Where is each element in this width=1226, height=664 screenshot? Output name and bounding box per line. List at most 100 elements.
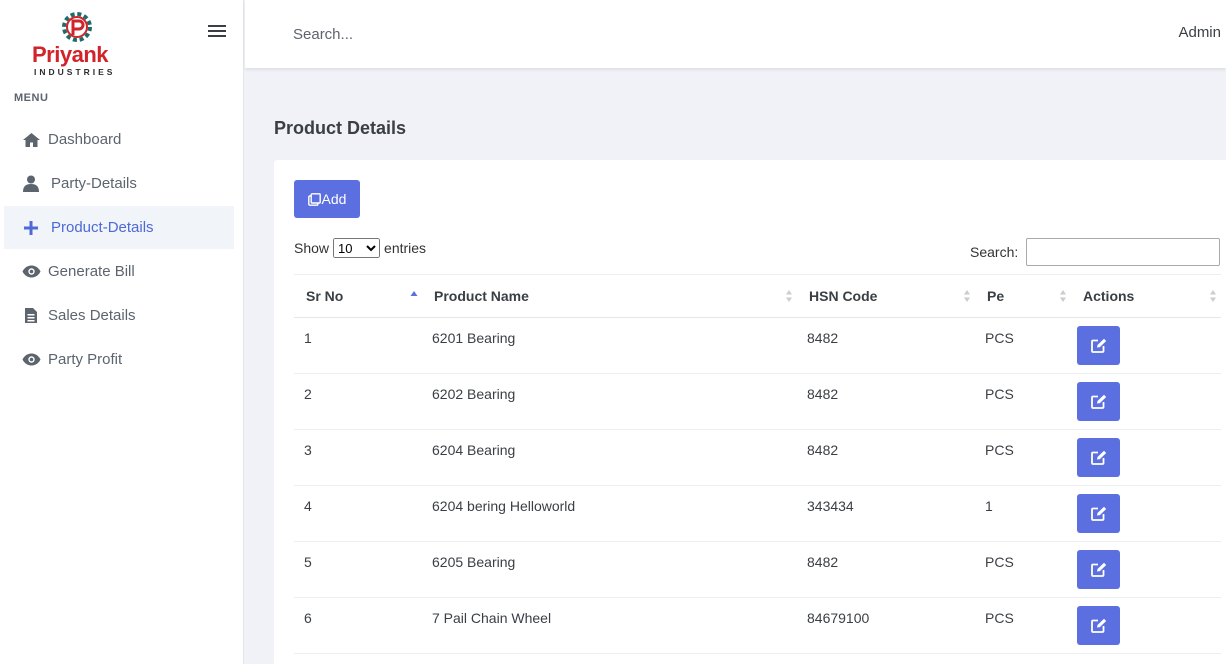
table-row: 4 6204 bering Helloworld 343434 1 — [294, 485, 1221, 542]
cell-sr-no: 2 — [294, 373, 422, 430]
cell-actions — [1071, 317, 1221, 374]
home-icon — [21, 131, 41, 149]
cell-product-name: 6202 Bearing — [422, 373, 797, 430]
sort-asc-icon — [410, 291, 418, 296]
global-search-input[interactable] — [293, 22, 593, 46]
column-header-pe[interactable]: Pe — [975, 274, 1071, 318]
sidebar-item-label: Sales Details — [48, 307, 136, 324]
menu-title: MENU — [14, 92, 49, 104]
page-size-select[interactable]: 10 — [333, 238, 381, 258]
cell-actions — [1071, 541, 1221, 598]
cell-sr-no: 4 — [294, 485, 422, 542]
edit-icon — [1090, 394, 1106, 409]
cell-hsn-code: 8482 — [797, 317, 975, 374]
sidebar-item-label: Party-Details — [51, 175, 137, 192]
file-icon — [21, 307, 41, 325]
column-header-hsn-code[interactable]: HSN Code — [797, 274, 975, 318]
edit-button[interactable] — [1077, 550, 1120, 589]
column-header-sr-no[interactable]: Sr No — [294, 274, 422, 318]
eye-icon — [21, 263, 41, 281]
sidebar-item-party-details[interactable]: Party-Details — [4, 162, 234, 205]
edit-button[interactable] — [1077, 382, 1120, 421]
menu-toggle-icon[interactable] — [208, 22, 226, 42]
cell-pe: PCS — [975, 317, 1071, 374]
sidebar-item-sales-details[interactable]: Sales Details — [4, 294, 234, 337]
sidebar-item-party-profit[interactable]: Party Profit — [4, 338, 234, 381]
brand-tagline: INDUSTRIES — [34, 67, 116, 77]
table-search-input[interactable] — [1026, 238, 1221, 266]
edit-icon — [1090, 450, 1106, 465]
page-size-control: Show 10 entries — [294, 238, 426, 258]
cell-product-name: 6205 Bearing — [422, 541, 797, 598]
sidebar-item-label: Generate Bill — [48, 263, 135, 280]
sidebar-item-product-details[interactable]: Product-Details — [4, 206, 234, 249]
cell-product-name: 7 Pail Chain Wheel — [422, 597, 797, 654]
cell-hsn-code: 8482 — [797, 373, 975, 430]
copy-icon — [307, 192, 321, 206]
sidebar-item-label: Party Profit — [48, 351, 123, 368]
column-header-label: Pe — [987, 288, 1005, 304]
edit-icon — [1090, 506, 1106, 521]
edit-button[interactable] — [1077, 606, 1120, 645]
topbar: Admin — [245, 0, 1226, 68]
cell-sr-no: 1 — [294, 317, 422, 374]
entries-label: entries — [384, 240, 427, 256]
edit-button[interactable] — [1077, 438, 1120, 477]
table-row: 2 6202 Bearing 8482 PCS — [294, 373, 1221, 430]
table-header-row: Sr No Product Name HSN Code Pe Actions — [294, 274, 1221, 318]
brand-name: Priyank — [32, 42, 109, 67]
table-search: Search: — [970, 238, 1221, 266]
show-label: Show — [294, 240, 330, 256]
sort-icon — [1210, 290, 1216, 302]
user-menu[interactable]: Admin — [1178, 24, 1221, 41]
search-label: Search: — [970, 244, 1019, 260]
column-header-actions[interactable]: Actions — [1071, 274, 1221, 318]
sidebar-nav: Dashboard Party-Details Product-Details … — [4, 118, 234, 382]
cell-actions — [1071, 429, 1221, 486]
sidebar-item-dashboard[interactable]: Dashboard — [4, 118, 234, 161]
sidebar-item-label: Product-Details — [51, 219, 154, 236]
company-logo[interactable]: Priyank INDUSTRIES — [30, 10, 126, 80]
add-button-label: Add — [321, 191, 347, 207]
cell-pe: PCS — [975, 597, 1071, 654]
column-header-label: Product Name — [434, 288, 529, 304]
cell-sr-no: 5 — [294, 541, 422, 598]
cell-hsn-code: 8482 — [797, 429, 975, 486]
cell-hsn-code: 8482 — [797, 541, 975, 598]
sidebar-item-generate-bill[interactable]: Generate Bill — [4, 250, 234, 293]
column-header-label: Actions — [1083, 288, 1135, 304]
sidebar: Priyank INDUSTRIES MENU Dashboard Party-… — [0, 0, 244, 664]
cell-pe: PCS — [975, 429, 1071, 486]
column-header-label: Sr No — [306, 288, 344, 304]
cell-hsn-code: 343434 — [797, 485, 975, 542]
products-table: Sr No Product Name HSN Code Pe Actions 1… — [294, 274, 1221, 654]
plus-icon — [21, 219, 41, 237]
cell-pe: PCS — [975, 541, 1071, 598]
cell-product-name: 6204 bering Helloworld — [422, 485, 797, 542]
table-row: 1 6201 Bearing 8482 PCS — [294, 317, 1221, 374]
edit-icon — [1090, 618, 1106, 633]
sort-icon — [964, 290, 970, 302]
edit-button[interactable] — [1077, 326, 1120, 365]
column-header-product-name[interactable]: Product Name — [422, 274, 797, 318]
cell-actions — [1071, 485, 1221, 542]
add-product-button[interactable]: Add — [294, 180, 360, 218]
cell-sr-no: 6 — [294, 597, 422, 654]
cell-actions — [1071, 597, 1221, 654]
sort-icon — [1060, 290, 1066, 302]
column-header-label: HSN Code — [809, 288, 878, 304]
product-card: Add Show 10 entries Search: Sr No Produc… — [274, 160, 1226, 664]
table-row: 5 6205 Bearing 8482 PCS — [294, 541, 1221, 598]
cell-actions — [1071, 373, 1221, 430]
cell-sr-no: 3 — [294, 429, 422, 486]
eye-icon — [21, 351, 41, 369]
cell-pe: PCS — [975, 373, 1071, 430]
table-row: 67 Pail Chain Wheel 84679100 PCS — [294, 597, 1221, 654]
page-title: Product Details — [274, 118, 407, 138]
sidebar-item-label: Dashboard — [48, 131, 122, 148]
cell-product-name: 6201 Bearing — [422, 317, 797, 374]
user-icon — [21, 175, 41, 193]
cell-product-name: 6204 Bearing — [422, 429, 797, 486]
edit-button[interactable] — [1077, 494, 1120, 533]
sort-icon — [786, 290, 792, 302]
